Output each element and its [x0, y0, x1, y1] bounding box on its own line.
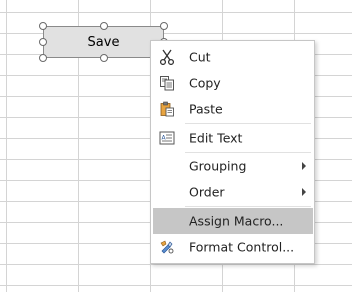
- resize-handle-middle-left[interactable]: [39, 38, 47, 46]
- context-menu: Cut Copy Paste A Edit Text Grouping Orde…: [150, 40, 315, 264]
- format-control-icon: [160, 240, 174, 254]
- menu-item-assign-macro[interactable]: Assign Macro...: [153, 208, 313, 234]
- menu-item-label: Assign Macro...: [189, 213, 284, 229]
- menu-item-label: Cut: [189, 49, 211, 65]
- resize-handle-top-right[interactable]: [160, 22, 168, 30]
- save-button-label: Save: [87, 34, 120, 50]
- menu-separator: [185, 123, 311, 124]
- menu-item-order[interactable]: Order: [153, 179, 313, 205]
- resize-handle-top-center[interactable]: [100, 22, 108, 30]
- menu-item-label: Grouping: [189, 158, 247, 174]
- menu-item-paste[interactable]: Paste: [153, 96, 313, 122]
- menu-item-label: Copy: [189, 75, 221, 91]
- menu-item-copy[interactable]: Copy: [153, 70, 313, 96]
- edit-text-icon: A: [159, 131, 175, 145]
- scissors-icon: [159, 49, 175, 65]
- resize-handle-bottom-center[interactable]: [100, 54, 108, 62]
- menu-item-format-control[interactable]: Format Control...: [153, 234, 313, 260]
- menu-separator: [185, 206, 311, 207]
- spreadsheet-grid[interactable]: Save Cut Copy Paste A Edit Text Grouping…: [0, 0, 352, 292]
- menu-item-label: Format Control...: [189, 239, 295, 255]
- copy-icon: [160, 76, 174, 91]
- menu-item-label: Edit Text: [189, 130, 243, 146]
- resize-handle-bottom-left[interactable]: [39, 54, 47, 62]
- submenu-arrow-icon: [302, 162, 306, 170]
- submenu-arrow-icon: [302, 188, 306, 196]
- menu-item-label: Paste: [189, 101, 223, 117]
- menu-item-cut[interactable]: Cut: [153, 44, 313, 70]
- resize-handle-top-left[interactable]: [39, 22, 47, 30]
- menu-item-edit-text[interactable]: A Edit Text: [153, 125, 313, 151]
- menu-item-label: Order: [189, 184, 225, 200]
- paste-icon: [160, 101, 174, 117]
- menu-item-grouping[interactable]: Grouping: [153, 153, 313, 179]
